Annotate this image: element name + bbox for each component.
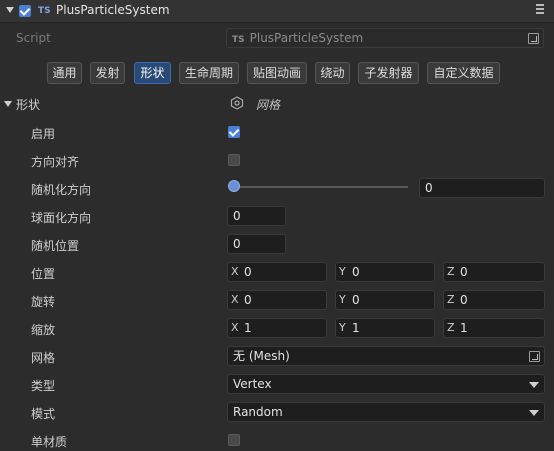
scale-label: 缩放	[31, 323, 56, 337]
mesh-field[interactable]: 无 (Mesh)	[227, 346, 545, 366]
random-position-input[interactable]: 0	[227, 234, 286, 254]
script-field[interactable]: TS PlusParticleSystem	[226, 28, 544, 48]
script-label: Script	[16, 31, 51, 45]
section-title: 形状	[16, 98, 41, 112]
type-value: Vertex	[233, 377, 272, 391]
collapse-arrow-icon[interactable]	[6, 7, 14, 13]
tab-texture-animation[interactable]: 贴图动画	[247, 62, 307, 84]
z-axis-label: Z	[447, 321, 455, 334]
y-axis-label: Y	[339, 321, 346, 334]
rotation-y-value: 0	[352, 293, 360, 307]
single-material-label: 单材质	[31, 435, 68, 449]
scale-x-value: 1	[244, 321, 252, 335]
single-material-checkbox[interactable]	[228, 434, 240, 446]
random-position-label: 随机位置	[31, 239, 80, 253]
mesh-label: 网格	[31, 351, 56, 365]
scale-y-value: 1	[352, 321, 360, 335]
section-collapse-icon[interactable]	[4, 101, 12, 107]
spherize-direction-label: 球面化方向	[31, 211, 92, 225]
locate-icon[interactable]	[529, 351, 540, 362]
ts-icon: TS	[232, 35, 245, 45]
chevron-down-icon	[529, 410, 539, 416]
scale-z-value: 1	[460, 321, 468, 335]
align-direction-checkbox[interactable]	[228, 154, 240, 166]
mode-value: Random	[233, 405, 283, 419]
rotation-z-input[interactable]: Z0	[443, 290, 545, 310]
scale-y-input[interactable]: Y1	[335, 318, 435, 338]
tab-custom-data[interactable]: 自定义数据	[427, 62, 500, 84]
script-value: PlusParticleSystem	[249, 31, 364, 45]
component-enabled-checkbox[interactable]	[19, 5, 31, 17]
type-dropdown[interactable]: Vertex	[227, 374, 545, 394]
tab-shape[interactable]: 形状	[134, 62, 171, 84]
rotation-label: 旋转	[31, 295, 56, 309]
align-direction-label: 方向对齐	[31, 155, 80, 169]
tab-noise[interactable]: 绕动	[315, 62, 350, 84]
enable-checkbox[interactable]	[228, 126, 240, 138]
y-axis-label: Y	[339, 265, 346, 278]
spherize-direction-input[interactable]: 0	[227, 206, 286, 226]
enable-label: 启用	[31, 127, 56, 141]
shape-type-value: 网格	[256, 98, 281, 112]
scale-x-input[interactable]: X1	[227, 318, 327, 338]
z-axis-label: Z	[447, 265, 455, 278]
x-axis-label: X	[231, 293, 239, 306]
position-z-value: 0	[460, 265, 468, 279]
position-y-input[interactable]: Y0	[335, 262, 435, 282]
component-title: PlusParticleSystem	[56, 3, 170, 17]
x-axis-label: X	[231, 321, 239, 334]
tab-lifetime[interactable]: 生命周期	[179, 62, 239, 84]
randomize-direction-slider-handle[interactable]	[228, 180, 240, 192]
mesh-value: 无 (Mesh)	[233, 349, 290, 363]
x-axis-label: X	[231, 265, 239, 278]
component-header: TS PlusParticleSystem	[0, 0, 554, 23]
position-z-input[interactable]: Z0	[443, 262, 545, 282]
mode-label: 模式	[31, 407, 56, 421]
chevron-down-icon	[529, 382, 539, 388]
position-y-value: 0	[352, 265, 360, 279]
tab-general[interactable]: 通用	[47, 62, 82, 84]
type-label: 类型	[31, 379, 56, 393]
position-x-value: 0	[244, 265, 252, 279]
randomize-direction-slider-track[interactable]	[234, 186, 408, 188]
tab-emission[interactable]: 发射	[90, 62, 125, 84]
position-x-input[interactable]: X0	[227, 262, 327, 282]
z-axis-label: Z	[447, 293, 455, 306]
rotation-z-value: 0	[460, 293, 468, 307]
mode-dropdown[interactable]: Random	[227, 402, 545, 422]
tab-sub-emitters[interactable]: 子发射器	[358, 62, 419, 84]
scale-z-input[interactable]: Z1	[443, 318, 545, 338]
rotation-x-input[interactable]: X0	[227, 290, 327, 310]
menu-icon[interactable]	[536, 4, 544, 16]
rotation-x-value: 0	[244, 293, 252, 307]
rotation-y-input[interactable]: Y0	[335, 290, 435, 310]
y-axis-label: Y	[339, 293, 346, 306]
locate-icon[interactable]	[528, 33, 539, 44]
randomize-direction-input[interactable]: 0	[419, 178, 545, 198]
position-label: 位置	[31, 267, 56, 281]
randomize-direction-label: 随机化方向	[31, 183, 92, 197]
ts-icon: TS	[38, 6, 51, 16]
hexagon-icon	[230, 96, 244, 110]
